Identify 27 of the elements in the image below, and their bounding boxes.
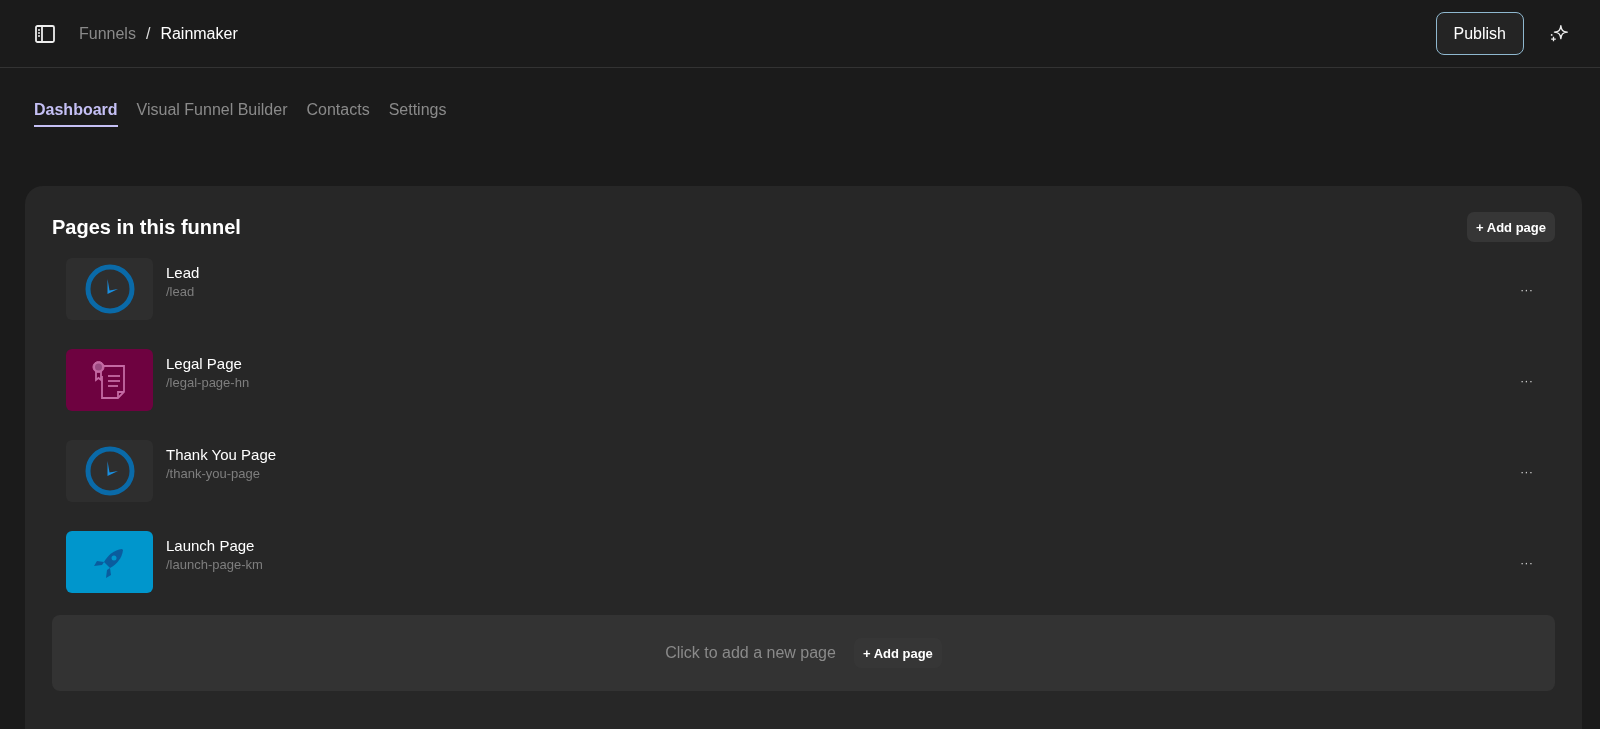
tab[interactable]: Contacts — [306, 101, 370, 125]
add-page-button[interactable]: + Add page — [1467, 212, 1555, 242]
more-menu-button[interactable]: ··· — [1520, 281, 1533, 297]
more-menu-button[interactable]: ··· — [1520, 554, 1533, 570]
page-path: /lead — [166, 283, 196, 299]
page-path: /thank-you-page — [166, 465, 261, 481]
more-menu-button[interactable]: ··· — [1520, 463, 1533, 479]
breadcrumb-current: Rainmaker — [160, 24, 238, 43]
page-name[interactable]: Thank You Page — [166, 445, 1520, 463]
panel-title: Pages in this funnel — [52, 215, 241, 239]
page-name[interactable]: Legal Page — [166, 354, 1520, 372]
breadcrumb-link[interactable]: Funnels — [79, 24, 136, 43]
tab[interactable]: Visual Funnel Builder — [136, 101, 288, 125]
tab[interactable]: Settings — [388, 101, 447, 125]
clock-icon — [84, 264, 135, 314]
tab[interactable]: Dashboard — [34, 101, 118, 127]
sidebar-toggle-icon[interactable] — [35, 24, 55, 43]
clock-icon — [84, 446, 135, 496]
page-path: /legal-page-hn — [166, 374, 251, 390]
more-menu-button[interactable]: ··· — [1520, 372, 1533, 388]
page-name[interactable]: Lead — [166, 263, 1520, 281]
page-path: /launch-page-km — [166, 556, 264, 572]
publish-button[interactable]: Publish — [1435, 12, 1524, 55]
add-page-area[interactable]: Click to add a new page + Add page — [52, 615, 1555, 691]
page-name[interactable]: Launch Page — [166, 536, 1520, 554]
add-page-hint: Click to add a new page — [665, 644, 836, 662]
breadcrumb-separator: / — [145, 24, 151, 43]
